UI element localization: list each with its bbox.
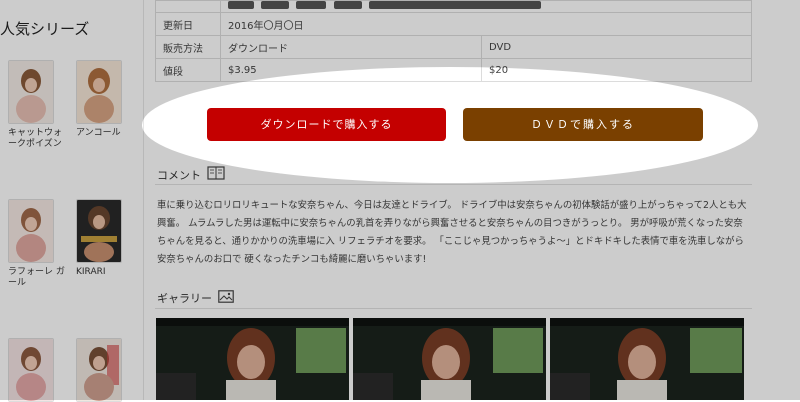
series-item[interactable]: キャットウォークポイズン (8, 60, 66, 150)
sidebar-title: 人気シリーズ (0, 20, 90, 38)
series-cover-image (77, 200, 121, 262)
series-cover-image (9, 339, 53, 401)
gallery-divider (155, 308, 752, 309)
gallery-photo (353, 318, 546, 400)
row-price: 値段 $3.95 $20 (155, 58, 752, 82)
series-item[interactable]: アンコール (76, 60, 134, 139)
price-download: $3.95 (220, 58, 482, 82)
price-dvd: $20 (481, 58, 752, 82)
price-label: 値段 (155, 58, 221, 82)
series-thumbnail[interactable] (8, 60, 54, 124)
gallery-heading-text: ギャラリー (157, 292, 212, 305)
series-name[interactable]: KIRARI (76, 267, 134, 278)
dvd-purchase-button[interactable]: ＤＶＤで購入する (463, 108, 703, 141)
series-item[interactable] (76, 338, 134, 402)
gallery-thumbnail[interactable] (156, 318, 349, 400)
series-cover-image (9, 61, 53, 123)
series-item[interactable]: KIRARI (76, 199, 134, 278)
series-name[interactable]: キャットウォークポイズン (8, 128, 66, 150)
image-icon (218, 290, 234, 306)
series-cover-image (77, 339, 121, 401)
series-cover-image (77, 61, 121, 123)
gallery-thumbnail[interactable] (353, 318, 546, 400)
tag-chip[interactable] (261, 1, 290, 9)
series-thumbnail[interactable] (76, 199, 122, 263)
sales-label: 販売方法 (155, 35, 221, 59)
series-item[interactable]: ラフォーレ ガール (8, 199, 66, 289)
tag-chip[interactable] (368, 1, 541, 9)
download-purchase-button[interactable]: ダウンロードで購入する (207, 108, 446, 141)
tag-list (220, 0, 752, 13)
comment-body: 車に乗り込むロリロリキュートな安奈ちゃん、今日は友達とドライブ。 ドライブ中は安… (157, 200, 747, 265)
comment-heading-text: コメント (157, 168, 201, 182)
gallery-heading: ギャラリー (157, 290, 234, 306)
gallery-photo (156, 318, 349, 400)
sidebar: 人気シリーズ キャットウォークポイズン アンコール ラフォーレ ガール KIRA… (0, 0, 143, 402)
gallery-photo (550, 318, 744, 400)
gallery-thumbnail[interactable] (550, 318, 744, 400)
series-thumbnail[interactable] (76, 60, 122, 124)
tag-chip[interactable] (228, 1, 254, 9)
sales-download: ダウンロード (220, 35, 482, 59)
series-cover-image (9, 200, 53, 262)
tag-chip[interactable] (296, 1, 327, 9)
product-page: 人気シリーズ キャットウォークポイズン アンコール ラフォーレ ガール KIRA… (0, 0, 800, 402)
updated-value: 2016年〇月〇日 (220, 12, 752, 36)
tag-row (155, 0, 752, 13)
sales-dvd: DVD (481, 35, 752, 59)
row-sales-method: 販売方法 ダウンロード DVD (155, 35, 752, 59)
updated-label: 更新日 (155, 12, 221, 36)
series-thumbnail[interactable] (76, 338, 122, 402)
tag-chip[interactable] (333, 1, 362, 9)
series-name[interactable]: アンコール (76, 128, 134, 139)
series-name[interactable]: ラフォーレ ガール (8, 267, 66, 289)
series-thumbnail[interactable] (8, 338, 54, 402)
series-item[interactable] (8, 338, 66, 402)
series-thumbnail[interactable] (8, 199, 54, 263)
product-info-table: 更新日 2016年〇月〇日 販売方法 ダウンロード DVD 値段 $3.95 $… (155, 0, 752, 82)
comment-heading: コメント (157, 166, 225, 183)
book-icon (207, 166, 225, 183)
row-updated: 更新日 2016年〇月〇日 (155, 12, 752, 36)
comment-divider (155, 184, 752, 185)
sidebar-divider (143, 0, 144, 400)
